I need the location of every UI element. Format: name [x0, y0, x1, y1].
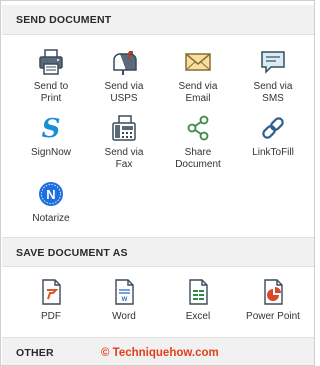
watermark-text: © Techniquehow.com	[101, 347, 219, 359]
svg-text:S: S	[42, 114, 61, 143]
send-via-usps-button[interactable]: Send via USPS	[87, 47, 161, 105]
notarize-button[interactable]: N Notarize	[14, 179, 88, 225]
section-header-save-document-as: SAVE DOCUMENT AS	[2, 237, 314, 267]
save-as-powerpoint-button[interactable]: Power Point	[236, 277, 310, 323]
powerpoint-file-icon	[264, 279, 283, 305]
share-document-label-1: Share	[184, 147, 212, 158]
save-as-pdf-button[interactable]: PDF	[14, 277, 88, 323]
word-label: Word	[112, 311, 136, 322]
share-document-button[interactable]: Share Document	[161, 113, 235, 171]
pdf-file-icon	[42, 279, 61, 305]
fax-icon	[112, 115, 136, 141]
send-to-print-button[interactable]: Send to Print	[14, 47, 88, 105]
link-icon	[262, 117, 284, 139]
send-to-print-label-1: Send to	[33, 81, 69, 92]
signnow-label: SignNow	[30, 147, 72, 158]
notarize-label: Notarize	[32, 213, 70, 224]
envelope-icon	[185, 53, 211, 71]
sms-icon	[261, 51, 285, 74]
save-as-word-button[interactable]: W Word	[87, 277, 161, 323]
linktofill-button[interactable]: LinkToFill	[236, 113, 310, 159]
powerpoint-label: Power Point	[246, 311, 300, 322]
save-as-excel-button[interactable]: Excel	[161, 277, 235, 323]
send-via-email-label-1: Send via	[178, 81, 218, 92]
svg-text:N: N	[46, 187, 55, 202]
signnow-icon: S	[42, 114, 61, 143]
send-via-fax-label-1: Send via	[104, 147, 144, 158]
word-file-icon: W	[115, 279, 134, 305]
share-icon	[187, 115, 209, 141]
section-header-send-document: SEND DOCUMENT	[2, 5, 314, 35]
notarize-icon: N	[39, 182, 63, 206]
pdf-label: PDF	[41, 311, 61, 322]
send-via-usps-label-1: Send via	[104, 81, 144, 92]
send-via-fax-button[interactable]: Send via Fax	[87, 113, 161, 171]
svg-text:W: W	[122, 297, 128, 303]
send-panel: SEND DOCUMENT Send to Print Send via USP…	[0, 0, 315, 366]
printer-icon	[39, 49, 63, 75]
linktofill-label: LinkToFill	[252, 147, 294, 158]
send-via-sms-label-1: Send via	[253, 81, 293, 92]
send-via-sms-label-2: SMS	[262, 93, 284, 104]
share-document-label-2: Document	[175, 159, 221, 170]
send-via-usps-label-2: USPS	[110, 93, 138, 104]
send-via-email-label-2: Email	[185, 93, 211, 104]
signnow-button[interactable]: S SignNow	[14, 113, 88, 159]
excel-file-icon	[189, 279, 208, 305]
excel-label: Excel	[185, 311, 211, 322]
send-via-fax-label-2: Fax	[115, 159, 133, 170]
send-via-sms-button[interactable]: Send via SMS	[236, 47, 310, 105]
mailbox-icon	[113, 51, 137, 75]
send-to-print-label-2: Print	[40, 93, 62, 104]
send-via-email-button[interactable]: Send via Email	[161, 47, 235, 105]
